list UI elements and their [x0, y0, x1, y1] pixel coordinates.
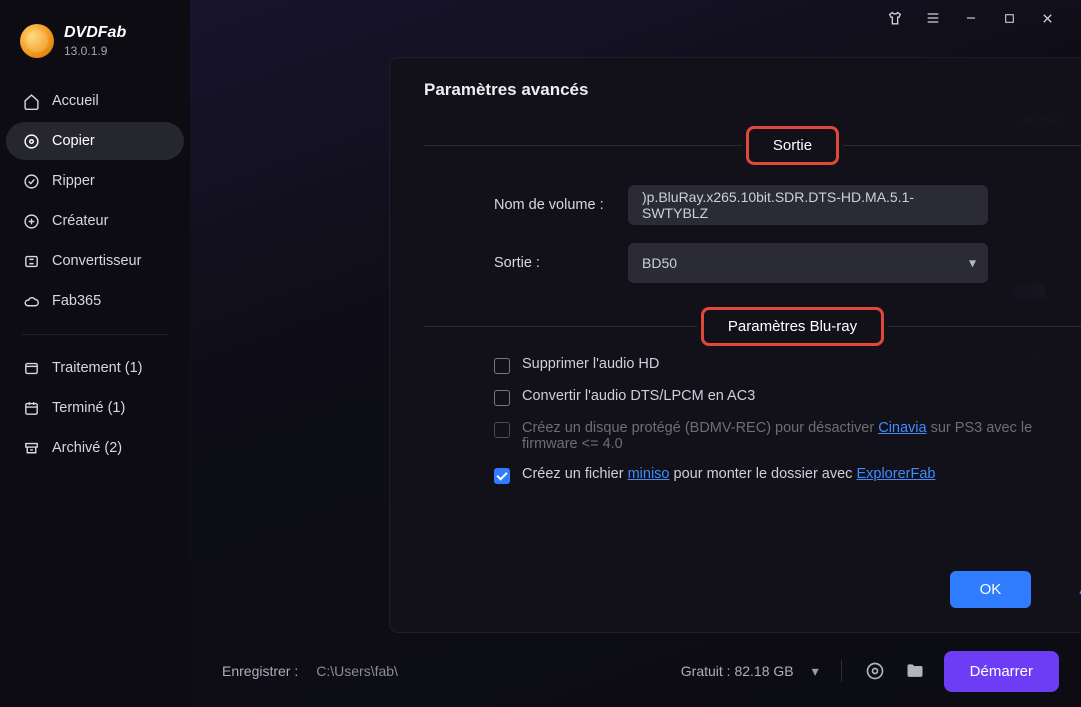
- checkbox-miniso[interactable]: Créez un fichier miniso pour monter le d…: [494, 466, 1081, 484]
- sidebar-item-label: Fab365: [52, 293, 101, 309]
- calendar-icon: [22, 399, 40, 417]
- converter-icon: [22, 252, 40, 270]
- sidebar-item-label: Traitement (1): [52, 360, 143, 376]
- checkbox-icon: [494, 422, 510, 438]
- checkbox-icon: [494, 358, 510, 374]
- explorerfab-link[interactable]: ExplorerFab: [856, 466, 935, 482]
- cancel-button[interactable]: Annuler: [1049, 571, 1081, 608]
- sidebar-item-processing[interactable]: Traitement (1): [6, 349, 184, 387]
- section-output-divider: Sortie: [424, 126, 1081, 165]
- sidebar-item-done[interactable]: Terminé (1): [6, 389, 184, 427]
- chevron-down-icon: ▾: [969, 255, 976, 272]
- sidebar-item-label: Ripper: [52, 173, 95, 189]
- sidebar-item-label: Convertisseur: [52, 253, 141, 269]
- output-select[interactable]: BD50 ▾: [628, 243, 988, 283]
- sidebar-item-label: Archivé (2): [52, 440, 122, 456]
- folder-icon[interactable]: [904, 660, 926, 682]
- chevron-down-icon[interactable]: ▾: [812, 663, 819, 680]
- advanced-settings-modal: Paramètres avancés Sortie Nom de volume …: [390, 58, 1081, 632]
- app-logo-icon: [20, 24, 54, 58]
- sidebar-item-archive[interactable]: Archivé (2): [6, 429, 184, 467]
- section-bluray-header: Paramètres Blu-ray: [701, 307, 884, 346]
- free-space-label: Gratuit : 82.18 GB: [681, 663, 794, 679]
- start-button[interactable]: Démarrer: [944, 651, 1059, 692]
- minimize-icon[interactable]: [963, 10, 979, 26]
- sidebar-item-label: Terminé (1): [52, 400, 125, 416]
- checkbox-icon: [494, 390, 510, 406]
- separator: [841, 660, 842, 682]
- sidebar-item-label: Copier: [52, 133, 95, 149]
- ok-button[interactable]: OK: [950, 571, 1032, 608]
- sidebar: DVDFab 13.0.1.9 Accueil Copier Ripper Cr…: [0, 0, 190, 707]
- nav-separator: [22, 334, 168, 335]
- ripper-icon: [22, 172, 40, 190]
- tshirt-icon[interactable]: [887, 10, 903, 26]
- disc-icon: [22, 132, 40, 150]
- sidebar-item-ripper[interactable]: Ripper: [6, 162, 184, 200]
- window-titlebar: [887, 0, 1081, 36]
- miniso-link[interactable]: miniso: [628, 466, 670, 482]
- app-name: DVDFab: [64, 24, 126, 42]
- creator-icon: [22, 212, 40, 230]
- cloud-icon: [22, 292, 40, 310]
- sidebar-item-converter[interactable]: Convertisseur: [6, 242, 184, 280]
- save-label: Enregistrer :: [222, 663, 298, 679]
- app-version: 13.0.1.9: [64, 44, 126, 58]
- section-bluray-divider: Paramètres Blu-ray: [424, 307, 1081, 346]
- archive-icon: [22, 439, 40, 457]
- sidebar-item-label: Accueil: [52, 93, 99, 109]
- processing-icon: [22, 359, 40, 377]
- iso-icon[interactable]: [864, 660, 886, 682]
- menu-icon[interactable]: [925, 10, 941, 26]
- volume-name-input[interactable]: )p.BluRay.x265.10bit.SDR.DTS-HD.MA.5.1-S…: [628, 185, 988, 225]
- maximize-icon[interactable]: [1001, 10, 1017, 26]
- output-label: Sortie :: [494, 255, 614, 271]
- checkbox-checked-icon: [494, 468, 510, 484]
- volume-name-label: Nom de volume :: [494, 197, 614, 213]
- sidebar-item-fab365[interactable]: Fab365: [6, 282, 184, 320]
- bottom-bar: Enregistrer : C:\Users\fab\ Gratuit : 82…: [190, 635, 1081, 707]
- sidebar-item-creator[interactable]: Créateur: [6, 202, 184, 240]
- close-icon[interactable]: [1039, 10, 1055, 26]
- sidebar-item-label: Créateur: [52, 213, 108, 229]
- save-path[interactable]: C:\Users\fab\: [316, 663, 398, 679]
- checkbox-convert-dts[interactable]: Convertir l'audio DTS/LPCM en AC3: [494, 388, 1081, 406]
- sidebar-item-home[interactable]: Accueil: [6, 82, 184, 120]
- sidebar-item-copy[interactable]: Copier: [6, 122, 184, 160]
- brand: DVDFab 13.0.1.9: [0, 18, 190, 76]
- checkbox-remove-hd-audio[interactable]: Supprimer l'audio HD: [494, 356, 1081, 374]
- cinavia-link[interactable]: Cinavia: [878, 420, 926, 436]
- checkbox-protected-disc: Créez un disque protégé (BDMV-REC) pour …: [494, 420, 1081, 452]
- main-nav: Accueil Copier Ripper Créateur Convertis…: [0, 76, 190, 473]
- section-output-header: Sortie: [746, 126, 839, 165]
- main-area: ec des Enregistrer : C:\Users\fab\ Gratu…: [190, 0, 1081, 707]
- home-icon: [22, 92, 40, 110]
- modal-title: Paramètres avancés: [424, 80, 1081, 100]
